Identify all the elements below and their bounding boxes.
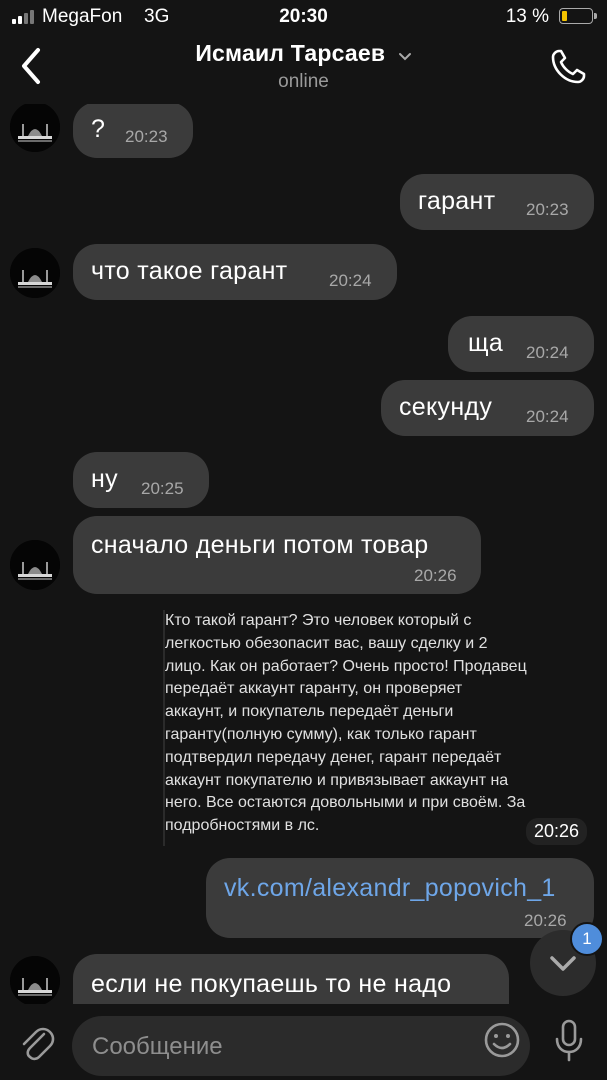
message-text: сначало деньги потом товар	[91, 531, 429, 559]
message-bubble[interactable]: ? 20:23	[73, 104, 193, 158]
chevron-down-icon	[398, 52, 411, 61]
message-bubble[interactable]: сначало деньги потом товар 20:26	[73, 516, 481, 594]
battery-icon	[559, 8, 597, 24]
avatar[interactable]	[10, 104, 60, 152]
link-text[interactable]: vk.com/alexandr_popovich_1	[224, 874, 556, 903]
battery-percent: 13 %	[505, 6, 549, 27]
phone-icon	[551, 49, 586, 84]
message-text: ну	[91, 465, 118, 493]
smiley-icon	[484, 1022, 520, 1058]
avatar[interactable]	[10, 956, 60, 1004]
message-time: 20:24	[526, 407, 569, 426]
message-time: 20:26	[414, 566, 457, 585]
message-text: ?	[91, 115, 106, 143]
contact-name: Исмаил Тарсаев	[195, 40, 386, 66]
voice-message-button[interactable]	[552, 1018, 586, 1064]
avatar[interactable]	[10, 540, 60, 590]
message-bubble[interactable]: гарант 20:23	[400, 174, 594, 230]
mosque-avatar-icon	[10, 956, 60, 1004]
message-time: 20:25	[141, 479, 184, 498]
mosque-avatar-icon	[10, 248, 60, 298]
message-time: 20:23	[526, 200, 569, 219]
attach-button[interactable]	[16, 1020, 56, 1064]
message-text: если не покупаешь то не надо	[91, 970, 452, 998]
message-time: 20:24	[329, 271, 372, 290]
unread-badge: 1	[570, 922, 604, 956]
emoji-button[interactable]	[482, 1020, 522, 1060]
paperclip-icon	[22, 1027, 55, 1061]
call-button[interactable]	[547, 46, 589, 88]
message-text: что такое гарант	[91, 257, 288, 285]
message-text: гарант	[418, 187, 496, 215]
message-time: 20:26	[524, 911, 567, 930]
microphone-icon	[555, 1019, 583, 1062]
message-bubble[interactable]: секунду 20:24	[381, 380, 594, 436]
message-bubble[interactable]: ну 20:25	[73, 452, 209, 508]
message-list[interactable]: ? 20:23 гарант 20:23 что такое гарант 20…	[0, 104, 607, 1004]
message-bubble[interactable]: что такое гарант 20:24	[73, 244, 397, 300]
chat-title-area[interactable]: Исмаил Тарсаев online	[0, 40, 607, 93]
forwarded-text: Кто такой гарант? Это человек который с …	[165, 612, 527, 835]
message-bubble[interactable]: vk.com/alexandr_popovich_1 20:26	[206, 858, 594, 938]
message-time: 20:26	[525, 818, 587, 845]
chat-header: Исмаил Тарсаев online	[0, 34, 607, 104]
message-text: секунду	[399, 393, 493, 421]
message-input[interactable]: Сообщение	[72, 1016, 530, 1076]
message-input-placeholder: Сообщение	[92, 1033, 223, 1060]
message-bubble[interactable]: если не покупаешь то не надо	[73, 954, 509, 1004]
forwarded-message[interactable]: Кто такой гарант? Это человек который с …	[163, 610, 593, 846]
message-time: 20:24	[526, 343, 569, 362]
message-bubble[interactable]: ща 20:24	[448, 316, 594, 372]
message-time: 20:23	[125, 127, 168, 146]
message-text: ща	[468, 329, 504, 357]
mosque-avatar-icon	[10, 104, 60, 152]
status-bar: MegaFon 3G 20:30 13 %	[0, 0, 607, 34]
avatar[interactable]	[10, 248, 60, 298]
contact-status: online	[278, 71, 329, 92]
mosque-avatar-icon	[10, 540, 60, 590]
